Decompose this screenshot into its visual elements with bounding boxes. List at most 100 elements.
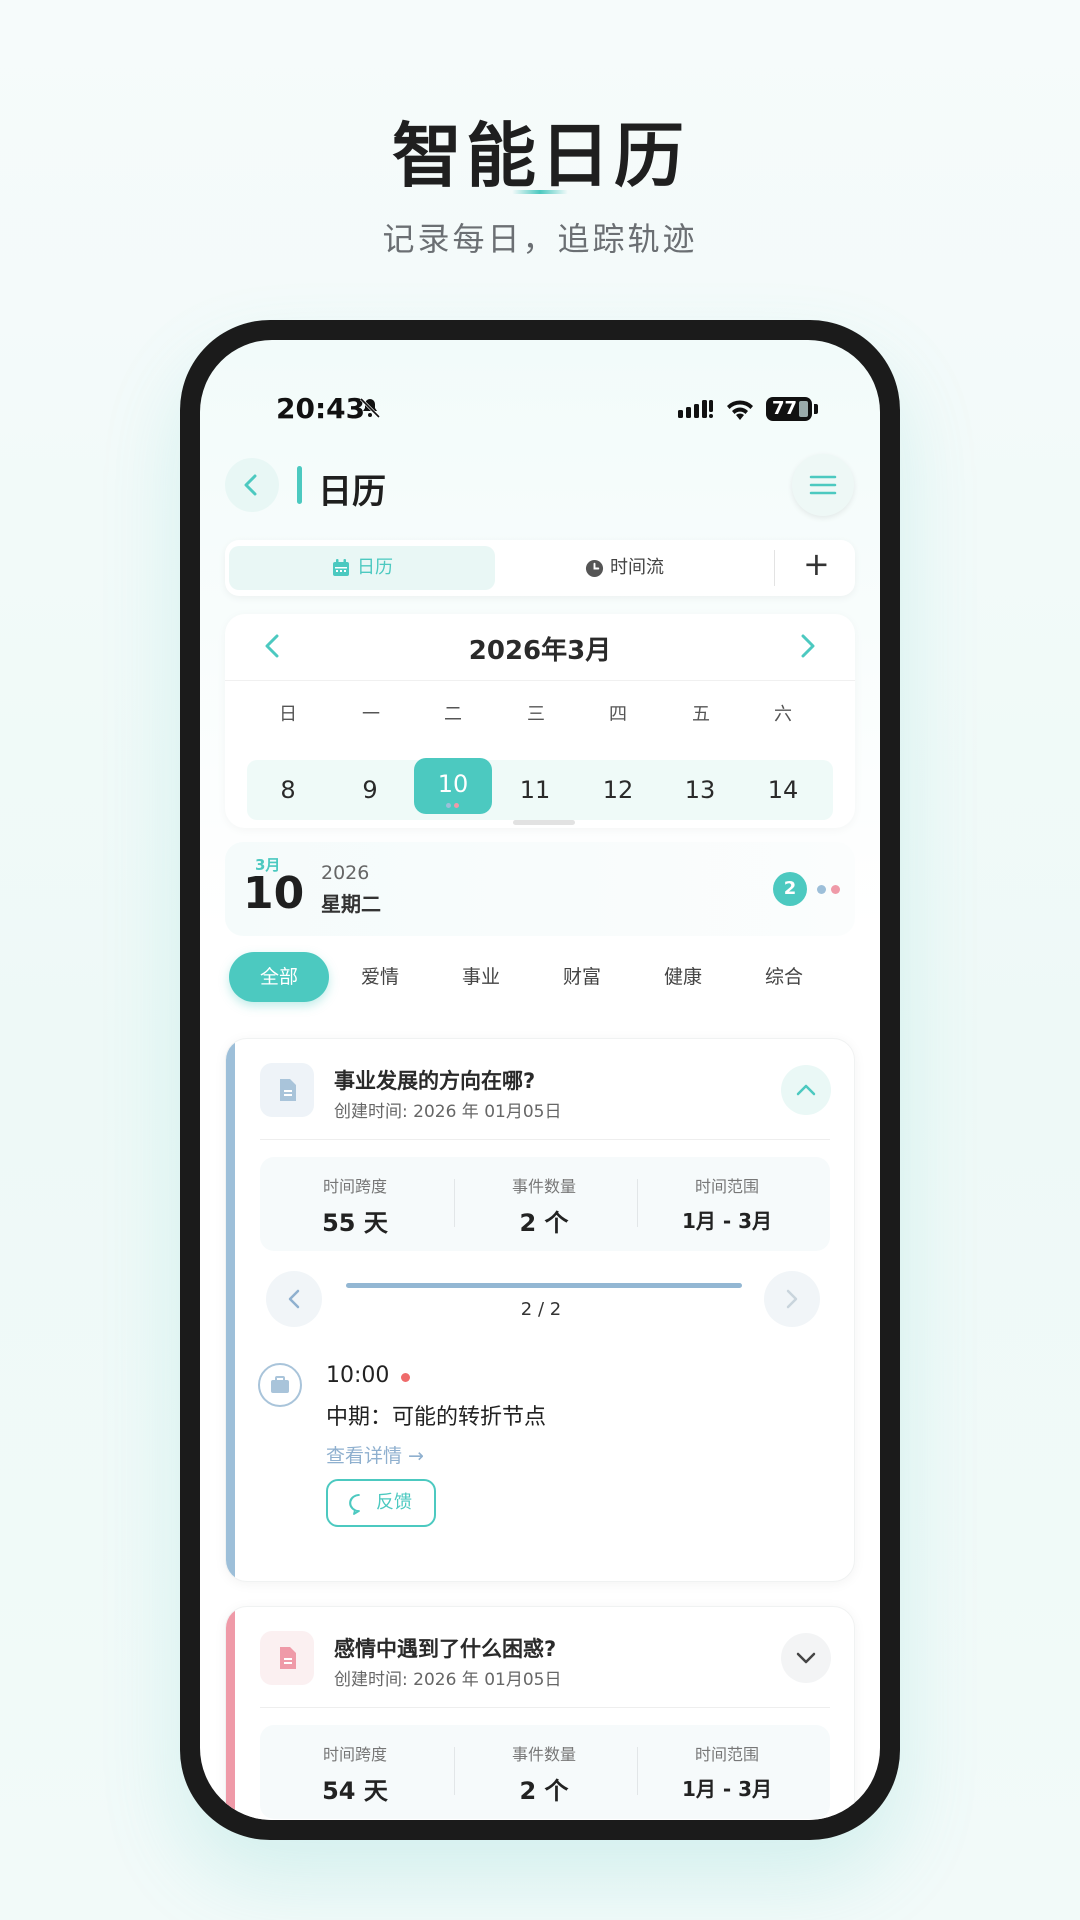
briefcase-glyph (271, 1376, 289, 1393)
day-cell[interactable]: 13 (661, 760, 739, 820)
stat-value: 1月 - 3月 (681, 1209, 773, 1233)
hero-subtitle: 记录每日，追踪轨迹 (382, 220, 698, 258)
expand-button[interactable] (781, 1633, 831, 1683)
question-card-love: 感情中遇到了什么困惑? 创建时间: 2026 年 01月05日 时间跨度 54 … (225, 1606, 855, 1820)
battery-icon: 77 (766, 397, 812, 421)
card-stats: 时间跨度 54 天 事件数量 2 个 时间范围 1月 - 3月 (260, 1725, 830, 1819)
event-dot-career (446, 803, 451, 808)
weekday-label: 二 (444, 704, 462, 725)
card-created-date: 创建时间: 2026 年 01月05日 (334, 1102, 562, 1122)
stat-value: 55 天 (322, 1209, 388, 1237)
weekday-label: 日 (279, 704, 297, 725)
weekday-label: 五 (692, 704, 710, 725)
stat-value: 1月 - 3月 (681, 1777, 773, 1801)
chip-all[interactable]: 全部 (229, 952, 329, 1002)
clock-icon (585, 559, 604, 578)
selected-year: 2026 (321, 862, 370, 884)
category-filter: 全部 爱情 事业 财富 健康 综合 (225, 950, 865, 1004)
event-progress-bar (346, 1283, 742, 1288)
calendar-expand-handle[interactable] (513, 820, 575, 825)
calendar-card: 2026年3月 日 一 二 三 四 五 六 8 9 10 11 12 13 14 (225, 614, 855, 828)
stat-label: 时间范围 (694, 1177, 759, 1196)
stat-value: 2 个 (519, 1209, 569, 1237)
day-cell[interactable]: 8 (249, 760, 327, 820)
calendar-month-title: 2026年3月 (468, 636, 612, 666)
weekday-label: 四 (609, 704, 627, 725)
document-glyph (280, 1647, 296, 1669)
stat-value: 2 个 (519, 1777, 569, 1805)
day-cell-selected[interactable]: 10 (414, 758, 492, 814)
selected-date-card: 3月 10 2026 星期二 2 (225, 842, 855, 936)
day-cell[interactable]: 14 (744, 760, 822, 820)
wifi-icon (727, 400, 753, 420)
add-button[interactable]: + (803, 542, 830, 586)
document-icon (260, 1063, 314, 1117)
event-pager: 2 / 2 (520, 1299, 562, 1320)
chip-love[interactable]: 爱情 (330, 952, 430, 1002)
chip-health[interactable]: 健康 (633, 952, 733, 1002)
bell-off-icon (359, 397, 381, 419)
stat-label: 事件数量 (511, 1177, 576, 1196)
chevron-right-icon (786, 1289, 798, 1309)
feedback-button[interactable]: 反馈 (326, 1479, 436, 1527)
stat-time-range: 时间范围 1月 - 3月 (637, 1173, 817, 1234)
day-cell[interactable]: 12 (579, 760, 657, 820)
day-cell[interactable]: 11 (496, 760, 574, 820)
stat-label: 时间跨度 (322, 1177, 387, 1196)
stat-event-count: 事件数量 2 个 (454, 1741, 634, 1806)
chip-career[interactable]: 事业 (431, 952, 531, 1002)
chip-wealth[interactable]: 财富 (532, 952, 632, 1002)
stat-event-count: 事件数量 2 个 (454, 1173, 634, 1238)
question-card-career: 事业发展的方向在哪? 创建时间: 2026 年 01月05日 时间跨度 55 天… (225, 1038, 855, 1582)
card-created-date: 创建时间: 2026 年 01月05日 (334, 1670, 562, 1690)
collapse-button[interactable] (781, 1065, 831, 1115)
tab-timeline[interactable]: 时间流 (610, 546, 664, 590)
stat-time-range: 时间范围 1月 - 3月 (637, 1741, 817, 1802)
card-stats: 时间跨度 55 天 事件数量 2 个 时间范围 1月 - 3月 (260, 1157, 830, 1251)
card-divider (260, 1707, 830, 1708)
menu-button[interactable] (792, 454, 854, 516)
back-button[interactable] (225, 458, 279, 512)
phone-screen: 20:43 77 日历 日历 时间流 + 2026年3月 日 一 二 三 四 五… (200, 340, 880, 1820)
weekday-label: 三 (527, 704, 545, 725)
phone-frame: 20:43 77 日历 日历 时间流 + 2026年3月 日 一 二 三 四 五… (180, 320, 900, 1840)
chevron-down-icon (796, 1652, 816, 1664)
card-title: 感情中遇到了什么困惑? (334, 1637, 557, 1661)
status-bar: 20:43 77 (200, 340, 880, 440)
card-divider (260, 1139, 830, 1140)
calendar-divider (225, 680, 855, 681)
title-accent-bar (297, 466, 302, 504)
next-event-button[interactable] (764, 1271, 820, 1327)
next-month-chevron-icon[interactable] (791, 630, 823, 662)
status-time: 20:43 (276, 392, 366, 425)
chevron-up-icon (796, 1084, 816, 1096)
card-title: 事业发展的方向在哪? (334, 1069, 536, 1093)
stat-time-span: 时间跨度 54 天 (265, 1741, 445, 1806)
stat-value: 54 天 (322, 1777, 388, 1805)
chip-general[interactable]: 综合 (734, 952, 834, 1002)
event-count-badge: 2 (773, 872, 807, 906)
view-details-link[interactable]: 查看详情 → (326, 1441, 424, 1468)
selected-day: 10 (243, 868, 305, 919)
battery-empty-part (799, 401, 808, 417)
chat-bubble-icon (349, 1494, 360, 1515)
document-icon (260, 1631, 314, 1685)
event-dot-love (831, 885, 840, 894)
event-status-dot (401, 1373, 410, 1382)
page-title: 日历 (318, 472, 386, 512)
weekday-label: 一 (362, 704, 380, 725)
stat-time-span: 时间跨度 55 天 (265, 1173, 445, 1238)
stat-label: 事件数量 (511, 1745, 576, 1764)
signal-icon (678, 400, 713, 418)
weekday-label: 六 (774, 704, 792, 725)
battery-level: 77 (772, 398, 798, 419)
view-switcher: 日历 时间流 + (225, 540, 855, 596)
tab-calendar-label: 日历 (357, 557, 393, 578)
event-time: 10:00 (326, 1363, 390, 1388)
document-glyph (280, 1079, 296, 1101)
menu-icon (809, 475, 837, 495)
event-title: 中期：可能的转折节点 (326, 1405, 547, 1430)
day-cell[interactable]: 9 (331, 760, 409, 820)
card-color-stripe (226, 1607, 235, 1820)
calendar-icon (333, 559, 349, 576)
